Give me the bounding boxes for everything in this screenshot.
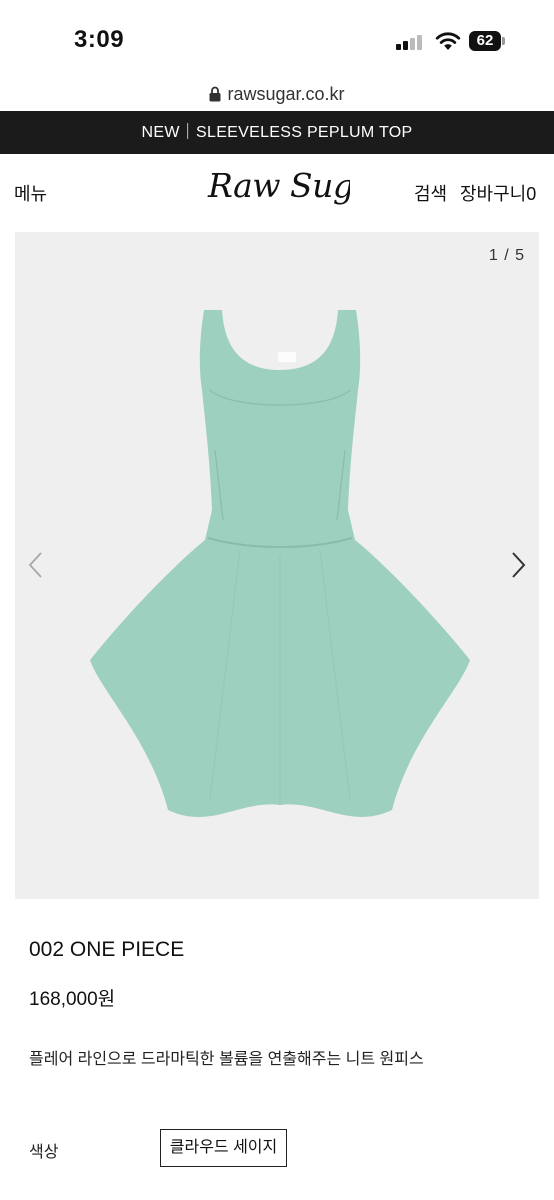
image-counter: 1 / 5 [488,247,525,264]
battery-icon: 62 [469,31,505,51]
raw-sugar-logo[interactable]: Raw Sugar [206,163,350,219]
cart-button[interactable]: 장바구니0 [460,180,536,206]
status-time: 3:09 [74,26,125,53]
cellular-signal-icon [396,34,426,50]
previous-arrow-icon[interactable] [27,550,45,580]
promo-banner[interactable]: NEW｜SLEEVELESS PEPLUM TOP [0,111,554,154]
color-option-cloud-sage[interactable]: 클라우드 세이지 [160,1129,287,1167]
promo-banner-text: NEW｜SLEEVELESS PEPLUM TOP [141,124,413,141]
wifi-icon [435,32,461,50]
product-name: 002 ONE PIECE [29,938,185,961]
lock-icon [209,86,221,102]
status-bar: 3:09 62 [0,0,554,80]
next-arrow-icon[interactable] [509,550,527,580]
browser-address-bar[interactable]: rawsugar.co.kr [0,80,554,110]
product-photo-dress [90,310,470,817]
color-label: 색상 [29,1144,59,1161]
product-description: 플레어 라인으로 드라마틱한 볼륨을 연출해주는 니트 원피스 [29,1051,424,1068]
product-image-gallery[interactable]: 1 / 5 [15,232,539,899]
logo-text: Raw Sugar [207,166,350,205]
url-text: rawsugar.co.kr [227,84,345,104]
menu-button[interactable]: 메뉴 [14,180,47,206]
battery-level: 62 [469,31,501,51]
search-button[interactable]: 검색 [414,180,447,206]
product-price: 168,000원 [29,989,116,1010]
